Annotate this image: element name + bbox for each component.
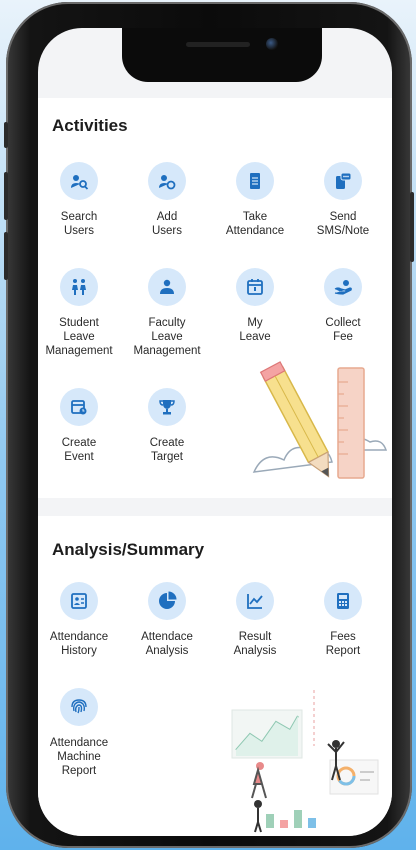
volume-up-button — [4, 172, 8, 220]
create-target-button[interactable]: Create Target — [125, 388, 209, 464]
collect-fee-button[interactable]: Collect Fee — [301, 268, 385, 344]
front-camera — [266, 38, 278, 50]
fees-report-label: Fees Report — [325, 631, 361, 657]
create-event-button[interactable]: Create Event — [38, 388, 121, 464]
fees-report-button[interactable]: Fees Report — [301, 582, 385, 658]
result-analysis-label: Result Analysis — [233, 631, 277, 657]
phone-frame: Activities Search Users Add Users Take A… — [4, 2, 414, 848]
activities-title: Activities — [52, 116, 128, 135]
pie-chart-icon — [148, 582, 186, 620]
create-event-label: Create Event — [61, 437, 97, 463]
my-leave-label: My Leave — [239, 317, 271, 343]
fees-report-icon — [324, 582, 362, 620]
analytics-illustration — [231, 690, 379, 833]
search-users-button[interactable]: Search Users — [38, 162, 121, 238]
send-sms-note-label: Send SMS/Note — [316, 211, 370, 237]
create-target-label: Create Target — [149, 437, 185, 463]
student-leave-icon — [60, 268, 98, 306]
attendance-analysis-label: Attendace Analysis — [141, 631, 193, 657]
faculty-leave-management-button[interactable]: Faculty Leave Management — [125, 268, 209, 358]
line-chart-icon — [236, 582, 274, 620]
faculty-icon — [148, 268, 186, 306]
student-leave-management-label: Student Leave Management — [45, 317, 113, 357]
add-user-icon — [148, 162, 186, 200]
attendance-sheet-icon — [236, 162, 274, 200]
pencil-ruler-illustration — [252, 361, 388, 479]
phone-screen: Activities Search Users Add Users Take A… — [38, 28, 392, 836]
search-users-label: Search Users — [60, 211, 98, 237]
send-sms-note-button[interactable]: Send SMS/Note — [301, 162, 385, 238]
take-attendance-button[interactable]: Take Attendance — [213, 162, 297, 238]
speaker — [186, 42, 250, 47]
attendance-analysis-button[interactable]: Attendace Analysis — [125, 582, 209, 658]
collect-fee-label: Collect Fee — [325, 317, 361, 343]
attendance-machine-report-button[interactable]: Attendance Machine Report — [38, 688, 121, 778]
trophy-icon — [148, 388, 186, 426]
fingerprint-icon — [60, 688, 98, 726]
attendance-history-label: Attendance History — [49, 631, 109, 657]
history-icon — [60, 582, 98, 620]
result-analysis-button[interactable]: Result Analysis — [213, 582, 297, 658]
notch — [122, 28, 322, 82]
my-leave-button[interactable]: My Leave — [213, 268, 297, 344]
calendar-icon — [236, 268, 274, 306]
attendance-machine-report-label: Attendance Machine Report — [49, 737, 109, 777]
faculty-leave-management-label: Faculty Leave Management — [133, 317, 201, 357]
take-attendance-label: Take Attendance — [225, 211, 285, 237]
add-users-button[interactable]: Add Users — [125, 162, 209, 238]
student-leave-management-button[interactable]: Student Leave Management — [38, 268, 121, 358]
volume-down-button — [4, 232, 8, 280]
activities-section: Activities Search Users Add Users Take A… — [38, 98, 392, 498]
add-users-label: Add Users — [151, 211, 183, 237]
collect-fee-icon — [324, 268, 362, 306]
attendance-history-button[interactable]: Attendance History — [38, 582, 121, 658]
event-icon — [60, 388, 98, 426]
search-user-icon — [60, 162, 98, 200]
message-icon — [324, 162, 362, 200]
mute-switch — [4, 122, 8, 148]
analysis-title: Analysis/Summary — [52, 540, 205, 559]
analysis-section: Analysis/Summary Attendance History Atte… — [38, 516, 392, 836]
power-button — [410, 192, 414, 262]
